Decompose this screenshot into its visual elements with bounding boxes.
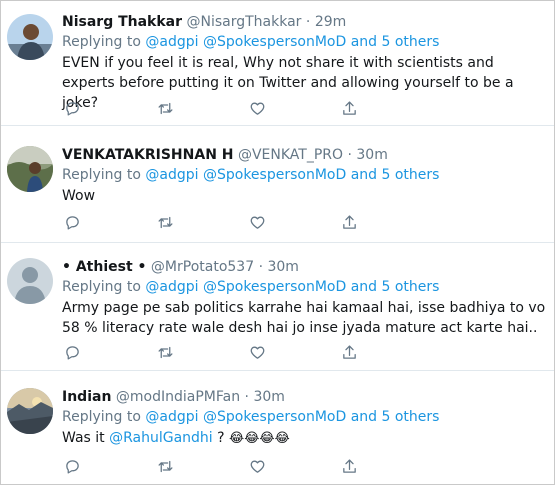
replying-prefix: Replying to: [62, 279, 141, 295]
tweet-actions: [62, 212, 362, 232]
timestamp[interactable]: 30m: [267, 259, 298, 275]
mention-spokespersonmod[interactable]: @SpokespersonMoD: [203, 409, 346, 425]
reply-icon[interactable]: [62, 342, 82, 362]
like-icon[interactable]: [247, 456, 267, 476]
replying-prefix: Replying to: [62, 167, 141, 183]
mention-others[interactable]: and 5 others: [351, 34, 440, 50]
tweet-text-suffix: ?: [212, 430, 230, 446]
timestamp[interactable]: 30m: [253, 389, 284, 405]
tweet-text: Wow: [62, 188, 96, 204]
share-icon[interactable]: [339, 98, 359, 118]
reply-icon[interactable]: [62, 98, 82, 118]
share-icon[interactable]: [339, 456, 359, 476]
mention-spokespersonmod[interactable]: @SpokespersonMoD: [203, 34, 346, 50]
avatar[interactable]: [7, 14, 53, 60]
tweet-reply-4[interactable]: Indian @modIndiaPMFan · 30m Replying to …: [0, 371, 555, 485]
mention-others[interactable]: and 5 others: [351, 279, 440, 295]
tweet-text-prefix: Was it: [62, 430, 110, 446]
replying-prefix: Replying to: [62, 409, 141, 425]
avatar[interactable]: [7, 388, 53, 434]
retweet-icon[interactable]: [155, 98, 175, 118]
tweet-reply-1[interactable]: Nisarg Thakkar @NisargThakkar · 29m Repl…: [0, 0, 555, 126]
display-name[interactable]: Indian: [62, 389, 111, 405]
mention-others[interactable]: and 5 others: [351, 409, 440, 425]
reply-icon[interactable]: [62, 212, 82, 232]
mention-spokespersonmod[interactable]: @SpokespersonMoD: [203, 167, 346, 183]
retweet-icon[interactable]: [155, 212, 175, 232]
reply-icon[interactable]: [62, 456, 82, 476]
share-icon[interactable]: [339, 212, 359, 232]
tweet-text: Army page pe sab politics karrahe hai ka…: [62, 300, 546, 336]
user-handle[interactable]: @MrPotato537: [151, 259, 254, 275]
share-icon[interactable]: [339, 342, 359, 362]
replying-to: Replying to @adgpi @SpokespersonMoD and …: [62, 165, 549, 185]
user-handle[interactable]: @NisargThakkar: [187, 14, 302, 30]
user-handle[interactable]: @VENKAT_PRO: [238, 147, 343, 163]
display-name[interactable]: Nisarg Thakkar: [62, 14, 182, 30]
tweet-text: Was it @RahulGandhi ? 😂😂😂😂: [62, 428, 549, 449]
tweet-actions: [62, 342, 362, 362]
mention-adgpi[interactable]: @adgpi: [145, 34, 198, 50]
like-icon[interactable]: [247, 212, 267, 232]
replying-to: Replying to @adgpi @SpokespersonMoD and …: [62, 407, 549, 427]
retweet-icon[interactable]: [155, 342, 175, 362]
avatar[interactable]: [7, 258, 53, 304]
replying-to: Replying to @adgpi @SpokespersonMoD and …: [62, 32, 549, 52]
tweet-reply-2[interactable]: VENKATAKRISHNAN H @VENKAT_PRO · 30m Repl…: [0, 126, 555, 243]
user-handle[interactable]: @modIndiaPMFan: [116, 389, 240, 405]
timestamp[interactable]: 30m: [356, 147, 387, 163]
mention-spokespersonmod[interactable]: @SpokespersonMoD: [203, 279, 346, 295]
separator-dot: ·: [244, 389, 249, 405]
retweet-icon[interactable]: [155, 456, 175, 476]
display-name[interactable]: • Athiest •: [62, 259, 146, 275]
tweet-actions: [62, 98, 362, 118]
laughing-emoji: 😂😂😂😂: [229, 431, 290, 446]
tweet-reply-3[interactable]: • Athiest • @MrPotato537 · 30m Replying …: [0, 243, 555, 371]
mention-rahulgandhi[interactable]: @RahulGandhi: [109, 430, 213, 446]
mention-others[interactable]: and 5 others: [351, 167, 440, 183]
timestamp[interactable]: 29m: [315, 14, 346, 30]
separator-dot: ·: [258, 259, 264, 275]
mention-adgpi[interactable]: @adgpi: [145, 279, 198, 295]
separator-dot: ·: [305, 14, 311, 30]
like-icon[interactable]: [247, 98, 267, 118]
display-name[interactable]: VENKATAKRISHNAN H: [62, 147, 234, 163]
like-icon[interactable]: [247, 342, 267, 362]
separator-dot: ·: [347, 147, 352, 163]
replying-prefix: Replying to: [62, 34, 141, 50]
replying-to: Replying to @adgpi @SpokespersonMoD and …: [62, 277, 549, 297]
mention-adgpi[interactable]: @adgpi: [145, 409, 198, 425]
mention-adgpi[interactable]: @adgpi: [145, 167, 198, 183]
tweet-actions: [62, 456, 362, 476]
avatar[interactable]: [7, 146, 53, 192]
